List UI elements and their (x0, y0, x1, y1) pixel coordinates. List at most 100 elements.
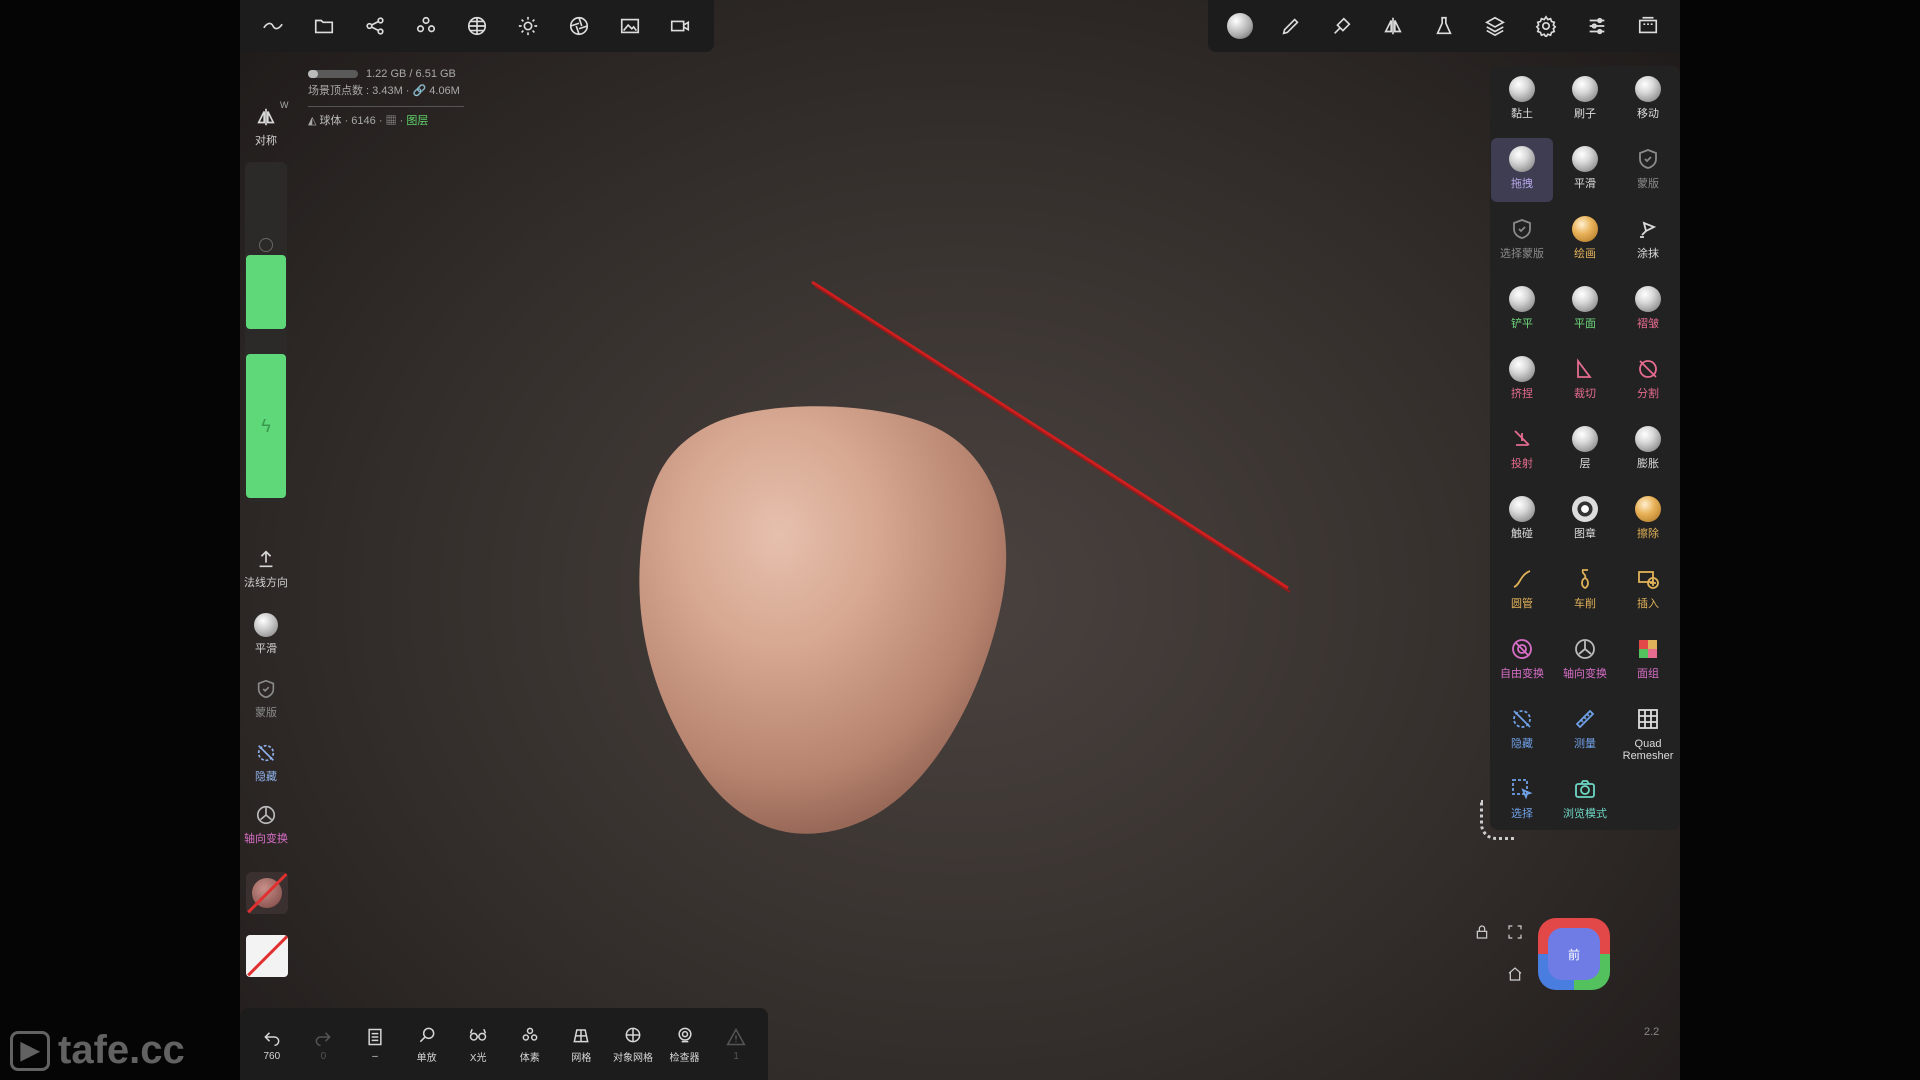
brush-icon[interactable] (1271, 6, 1311, 46)
hide-button[interactable]: 隐藏 (244, 740, 288, 784)
aperture-icon[interactable] (559, 6, 599, 46)
tool-27[interactable]: 隐藏 (1491, 698, 1553, 762)
tool-24[interactable]: 自由变换 (1491, 628, 1553, 692)
tool-11[interactable]: 褶皱 (1617, 278, 1679, 342)
tool-9[interactable]: 铲平 (1491, 278, 1553, 342)
tool-8[interactable]: 涂抹 (1617, 208, 1679, 272)
bottom-xray-glasses-button[interactable]: X光 (453, 1025, 503, 1064)
mask-button[interactable]: 蒙版 (244, 676, 288, 720)
tool-29[interactable]: Quad Remesher (1617, 698, 1679, 762)
tool-label: 插入 (1637, 598, 1659, 610)
flask-icon[interactable] (1424, 6, 1464, 46)
radius-slider[interactable] (246, 255, 286, 329)
tool-13[interactable]: 裁切 (1554, 348, 1616, 412)
object-name[interactable]: 球体 (320, 115, 342, 127)
camera-icon[interactable] (660, 6, 700, 46)
memory-bar (308, 70, 358, 79)
insert-icon (1635, 566, 1661, 592)
image-icon[interactable] (610, 6, 650, 46)
3d-viewport[interactable] (240, 0, 1680, 1080)
gallery-icon[interactable] (1628, 6, 1668, 46)
transform-icon (1509, 636, 1535, 662)
panel-resize-handle[interactable] (1480, 800, 1514, 840)
axis-transform-button[interactable]: 轴向变换 (244, 802, 288, 846)
folder-icon[interactable] (304, 6, 344, 46)
tool-23[interactable]: 插入 (1617, 558, 1679, 622)
bottom-undo-button[interactable]: 760 (247, 1027, 297, 1062)
intensity-slider[interactable]: ϟ (246, 354, 286, 498)
bottom-redo-button[interactable]: 0 (298, 1027, 348, 1062)
bottom-magnifier-button[interactable]: 单放 (402, 1025, 452, 1064)
tool-10[interactable]: 平面 (1554, 278, 1616, 342)
bottom-inspector-button[interactable]: 检查器 (660, 1025, 710, 1064)
fullscreen-icon[interactable] (1507, 924, 1523, 943)
scene-canvas[interactable] (240, 0, 1680, 1080)
symmetry-icon[interactable] (1373, 6, 1413, 46)
tool-2[interactable]: 移动 (1617, 68, 1679, 132)
tool-7[interactable]: 绘画 (1554, 208, 1616, 272)
lock-icon[interactable] (1474, 924, 1490, 943)
bottom-object-mesh-button[interactable]: 对象网格 (608, 1025, 658, 1064)
tool-6[interactable]: 选择蒙版 (1491, 208, 1553, 272)
tool-22[interactable]: 车削 (1554, 558, 1616, 622)
color-swatch[interactable] (246, 935, 288, 977)
tool-3[interactable]: 拖拽 (1491, 138, 1553, 202)
smooth-button[interactable]: 平滑 (244, 612, 288, 656)
sun-icon[interactable] (508, 6, 548, 46)
tool-label: 挤捏 (1511, 388, 1533, 400)
tool-1[interactable]: 刷子 (1554, 68, 1616, 132)
tool-31[interactable]: 浏览模式 (1554, 768, 1616, 832)
tool-5[interactable]: 蒙版 (1617, 138, 1679, 202)
gear-icon[interactable] (1526, 6, 1566, 46)
camera-icon (1572, 776, 1598, 802)
tool-12[interactable]: 挤捏 (1491, 348, 1553, 412)
tool-4[interactable]: 平滑 (1554, 138, 1616, 202)
layer-link[interactable]: 图层 (406, 115, 428, 127)
grid-icon: ▦ (385, 115, 397, 127)
tool-label: 轴向变换 (1563, 668, 1607, 680)
symmetry-button[interactable]: 对称 (244, 104, 288, 148)
wave-icon[interactable] (253, 6, 293, 46)
tool-16[interactable]: 层 (1554, 418, 1616, 482)
view-cube-front[interactable]: 前 (1548, 928, 1600, 980)
sliders-icon[interactable] (1577, 6, 1617, 46)
tool-20[interactable]: 擦除 (1617, 488, 1679, 552)
tool-15[interactable]: 投射 (1491, 418, 1553, 482)
view-cube[interactable]: 前 (1538, 918, 1610, 990)
slider-reset-icon[interactable] (259, 238, 273, 252)
tool-26[interactable]: 面组 (1617, 628, 1679, 692)
normal-direction-button[interactable]: 法线方向 (244, 546, 288, 590)
object-mesh-icon (625, 1027, 641, 1042)
bottom-voxel-button[interactable]: 体素 (505, 1025, 555, 1064)
voxel-icon (522, 1027, 538, 1041)
layers-icon[interactable] (1475, 6, 1515, 46)
lathe-icon (1572, 566, 1598, 592)
bottom-wireframe-button[interactable]: 网格 (556, 1025, 606, 1064)
tool-orb-icon (1635, 76, 1661, 102)
bottom-doc-button[interactable]: – (350, 1027, 400, 1062)
trim-icon (1572, 356, 1598, 382)
tool-label: 涂抹 (1637, 248, 1659, 260)
scene-icon[interactable] (406, 6, 446, 46)
tool-21[interactable]: 圆管 (1491, 558, 1553, 622)
share-icon[interactable] (355, 6, 395, 46)
tool-0[interactable]: 黏土 (1491, 68, 1553, 132)
bottom-label: – (372, 1050, 378, 1062)
tool-orb-icon (1509, 286, 1535, 312)
tool-28[interactable]: 测量 (1554, 698, 1616, 762)
tool-14[interactable]: 分割 (1617, 348, 1679, 412)
undo-icon (264, 1031, 280, 1046)
home-icon[interactable] (1507, 966, 1523, 985)
tool-18[interactable]: 触碰 (1491, 488, 1553, 552)
stroke-icon[interactable] (1322, 6, 1362, 46)
tool-17[interactable]: 膨胀 (1617, 418, 1679, 482)
tool-label: 触碰 (1511, 528, 1533, 540)
material-icon[interactable] (1220, 6, 1260, 46)
tool-orb-icon (1509, 76, 1535, 102)
tool-25[interactable]: 轴向变换 (1554, 628, 1616, 692)
sphere-grid-icon[interactable] (457, 6, 497, 46)
stats-divider (308, 106, 464, 107)
material-swatch[interactable] (246, 872, 288, 914)
tool-19[interactable]: 图章 (1554, 488, 1616, 552)
bottom-warning-button[interactable]: 1 (711, 1027, 761, 1062)
